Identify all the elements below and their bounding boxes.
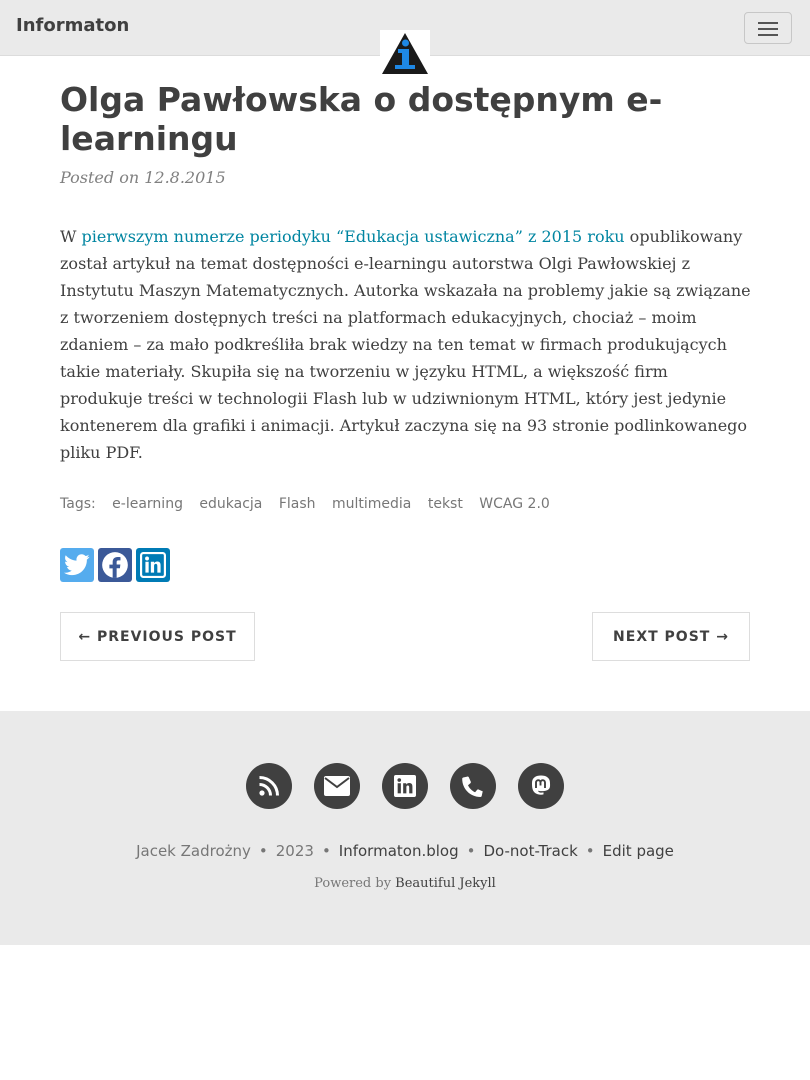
facebook-share-button[interactable] [98, 548, 132, 582]
previous-post-button[interactable]: ← PREVIOUS POST [60, 612, 255, 661]
twitter-share-button[interactable] [60, 548, 94, 582]
periodical-link[interactable]: pierwszym numerze periodyku “Edukacja us… [82, 227, 625, 246]
do-not-track-link[interactable]: Do-not-Track [483, 842, 577, 860]
copyright-line: Jacek Zadrożny • 2023 • Informaton.blog • Do-n… [0, 842, 810, 860]
tags-label: Tags: [60, 496, 96, 512]
email-link[interactable] [314, 763, 360, 809]
rss-icon [259, 776, 279, 796]
tag-link[interactable]: edukacja [199, 496, 262, 512]
linkedin-icon [140, 552, 166, 578]
envelope-icon [324, 776, 350, 796]
menu-toggle-button[interactable] [744, 12, 792, 44]
tag-link[interactable]: e-learning [112, 496, 183, 512]
tags-list: Tags: e-learning edukacja Flash multimed… [60, 496, 550, 512]
tag-link[interactable]: multimedia [332, 496, 411, 512]
site-link[interactable]: Informaton.blog [339, 842, 459, 860]
share-buttons [60, 548, 170, 582]
linkedin-share-button[interactable] [136, 548, 170, 582]
powered-by-prefix: Powered by [314, 876, 396, 891]
site-logo[interactable] [380, 30, 430, 76]
mastodon-icon [532, 775, 551, 795]
tag-link[interactable]: Flash [279, 496, 316, 512]
separator: • [321, 842, 331, 860]
mastodon-link[interactable] [518, 763, 564, 809]
copyright-year: 2023 [275, 842, 314, 860]
powered-by: Powered by Beautiful Jekyll [0, 876, 810, 891]
separator: • [258, 842, 268, 860]
facebook-icon [102, 552, 128, 578]
body-rest: opublikowany został artykuł na temat dos… [60, 227, 751, 462]
edit-page-link[interactable]: Edit page [603, 842, 674, 860]
linkedin-icon [394, 775, 416, 797]
twitter-icon [64, 554, 90, 576]
rss-link[interactable] [246, 763, 292, 809]
linkedin-link[interactable] [382, 763, 428, 809]
body-prefix: W [60, 227, 82, 246]
logo-icon [382, 33, 428, 74]
next-post-button[interactable]: NEXT POST → [592, 612, 750, 661]
author-name: Jacek Zadrożny [136, 842, 251, 860]
hamburger-menu-icon [758, 22, 778, 24]
footer [0, 711, 810, 945]
separator: • [466, 842, 476, 860]
post-body: W pierwszym numerze periodyku “Edukacja … [60, 223, 752, 466]
post-title: Olga Pawłowska o dostępnym e-learningu [60, 80, 663, 158]
tag-link[interactable]: WCAG 2.0 [479, 496, 550, 512]
phone-icon [462, 776, 483, 797]
beautiful-jekyll-link[interactable]: Beautiful Jekyll [395, 876, 496, 891]
site-brand[interactable]: Informaton [16, 15, 129, 36]
phone-link[interactable] [450, 763, 496, 809]
separator: • [585, 842, 595, 860]
tag-link[interactable]: tekst [428, 496, 463, 512]
post-meta: Posted on 12.8.2015 [60, 168, 226, 187]
